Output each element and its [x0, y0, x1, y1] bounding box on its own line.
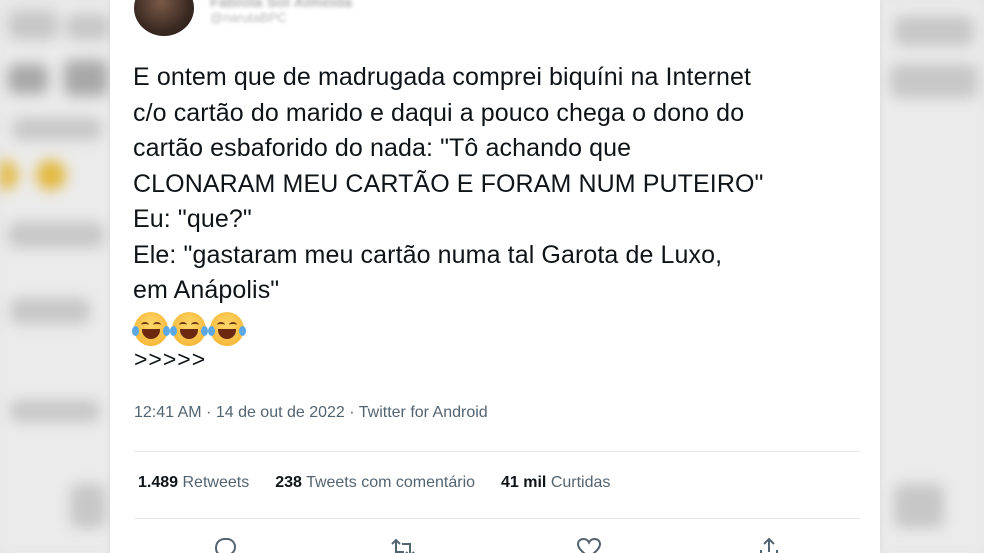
- face-with-tears-of-joy-icon: [208, 312, 246, 346]
- retweet-icon[interactable]: [388, 536, 418, 553]
- like-icon[interactable]: [574, 536, 604, 553]
- avatar[interactable]: [134, 0, 194, 36]
- face-with-tears-of-joy-icon: [132, 312, 170, 346]
- likes-stat[interactable]: 41 mil Curtidas: [501, 474, 610, 492]
- tweet-stats: 1.489 Retweets 238 Tweets com comentário…: [138, 474, 636, 492]
- tweet-card: Fabíola Sol Almeida @narutaBPC E ontem q…: [110, 0, 880, 553]
- continuation-marker: >>>>>: [134, 346, 207, 372]
- retweets-stat[interactable]: 1.489 Retweets: [138, 474, 249, 492]
- quotes-stat[interactable]: 238 Tweets com comentário: [275, 474, 475, 492]
- divider: [134, 518, 860, 519]
- face-with-tears-of-joy-icon: [170, 312, 208, 346]
- author-handle[interactable]: @narutaBPC: [210, 10, 287, 25]
- tweet-text: E ontem que de madrugada comprei biquíni…: [133, 63, 764, 304]
- action-bar: [110, 532, 880, 553]
- share-icon[interactable]: [754, 536, 784, 553]
- tweet-meta[interactable]: 12:41 AM · 14 de out de 2022 · Twitter f…: [134, 404, 488, 422]
- emoji-row: [132, 312, 246, 346]
- background-left-blurred: [0, 0, 118, 553]
- reply-icon[interactable]: [210, 536, 240, 553]
- background-right-blurred: [874, 0, 984, 553]
- divider: [134, 451, 860, 452]
